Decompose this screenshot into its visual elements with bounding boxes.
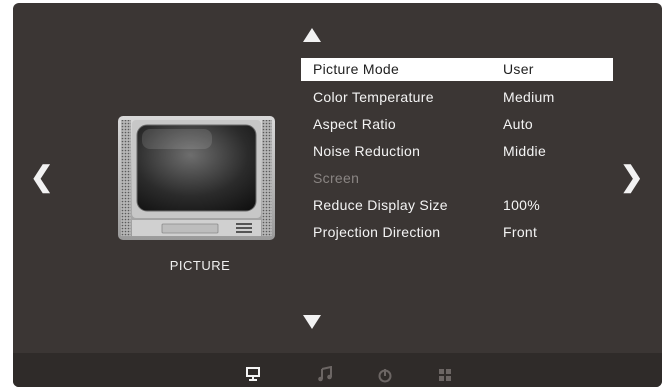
menu-item-value: Front bbox=[503, 224, 538, 240]
menu-item-label: Color Temperature bbox=[313, 89, 434, 105]
tv-icon bbox=[118, 116, 275, 240]
menu-item-projection-direction[interactable]: Projection Direction Front bbox=[301, 219, 613, 246]
music-note-icon[interactable] bbox=[317, 366, 333, 382]
menu-item-picture-mode[interactable]: Picture Mode User bbox=[301, 58, 613, 81]
menu-item-label: Reduce Display Size bbox=[313, 197, 448, 213]
menu-item-noise-reduction[interactable]: Noise Reduction Middie bbox=[301, 138, 613, 165]
scroll-up-icon[interactable] bbox=[303, 28, 321, 42]
power-clock-icon[interactable] bbox=[377, 367, 393, 383]
scroll-down-icon[interactable] bbox=[303, 315, 321, 329]
menu-item-value: Medium bbox=[503, 89, 555, 105]
chevron-right-icon[interactable]: ❯ bbox=[620, 163, 643, 191]
grid-icon[interactable] bbox=[437, 367, 453, 383]
menu-item-label: Aspect Ratio bbox=[313, 116, 396, 132]
menu-item-label: Screen bbox=[313, 170, 360, 186]
menu-item-label: Picture Mode bbox=[313, 61, 400, 77]
menu-item-value: 100% bbox=[503, 197, 541, 213]
menu-item-aspect-ratio[interactable]: Aspect Ratio Auto bbox=[301, 111, 613, 138]
menu-item-screen: Screen bbox=[301, 165, 613, 192]
section-label: PICTURE bbox=[169, 258, 231, 273]
picture-settings-menu: Picture Mode User Color Temperature Medi… bbox=[301, 58, 613, 246]
osd-menu-screen: ❮ ❯ PICTURE Picture Mode User Color Temp… bbox=[13, 3, 662, 387]
menu-item-value: Auto bbox=[503, 116, 533, 132]
menu-item-value: User bbox=[503, 61, 534, 77]
menu-item-value: Middie bbox=[503, 143, 547, 159]
menu-item-label: Projection Direction bbox=[313, 224, 441, 240]
monitor-icon[interactable] bbox=[245, 366, 261, 382]
menu-item-label: Noise Reduction bbox=[313, 143, 421, 159]
tab-bar bbox=[13, 353, 662, 387]
menu-item-reduce-display-size[interactable]: Reduce Display Size 100% bbox=[301, 192, 613, 219]
chevron-left-icon[interactable]: ❮ bbox=[30, 163, 53, 191]
menu-item-color-temperature[interactable]: Color Temperature Medium bbox=[301, 84, 613, 111]
